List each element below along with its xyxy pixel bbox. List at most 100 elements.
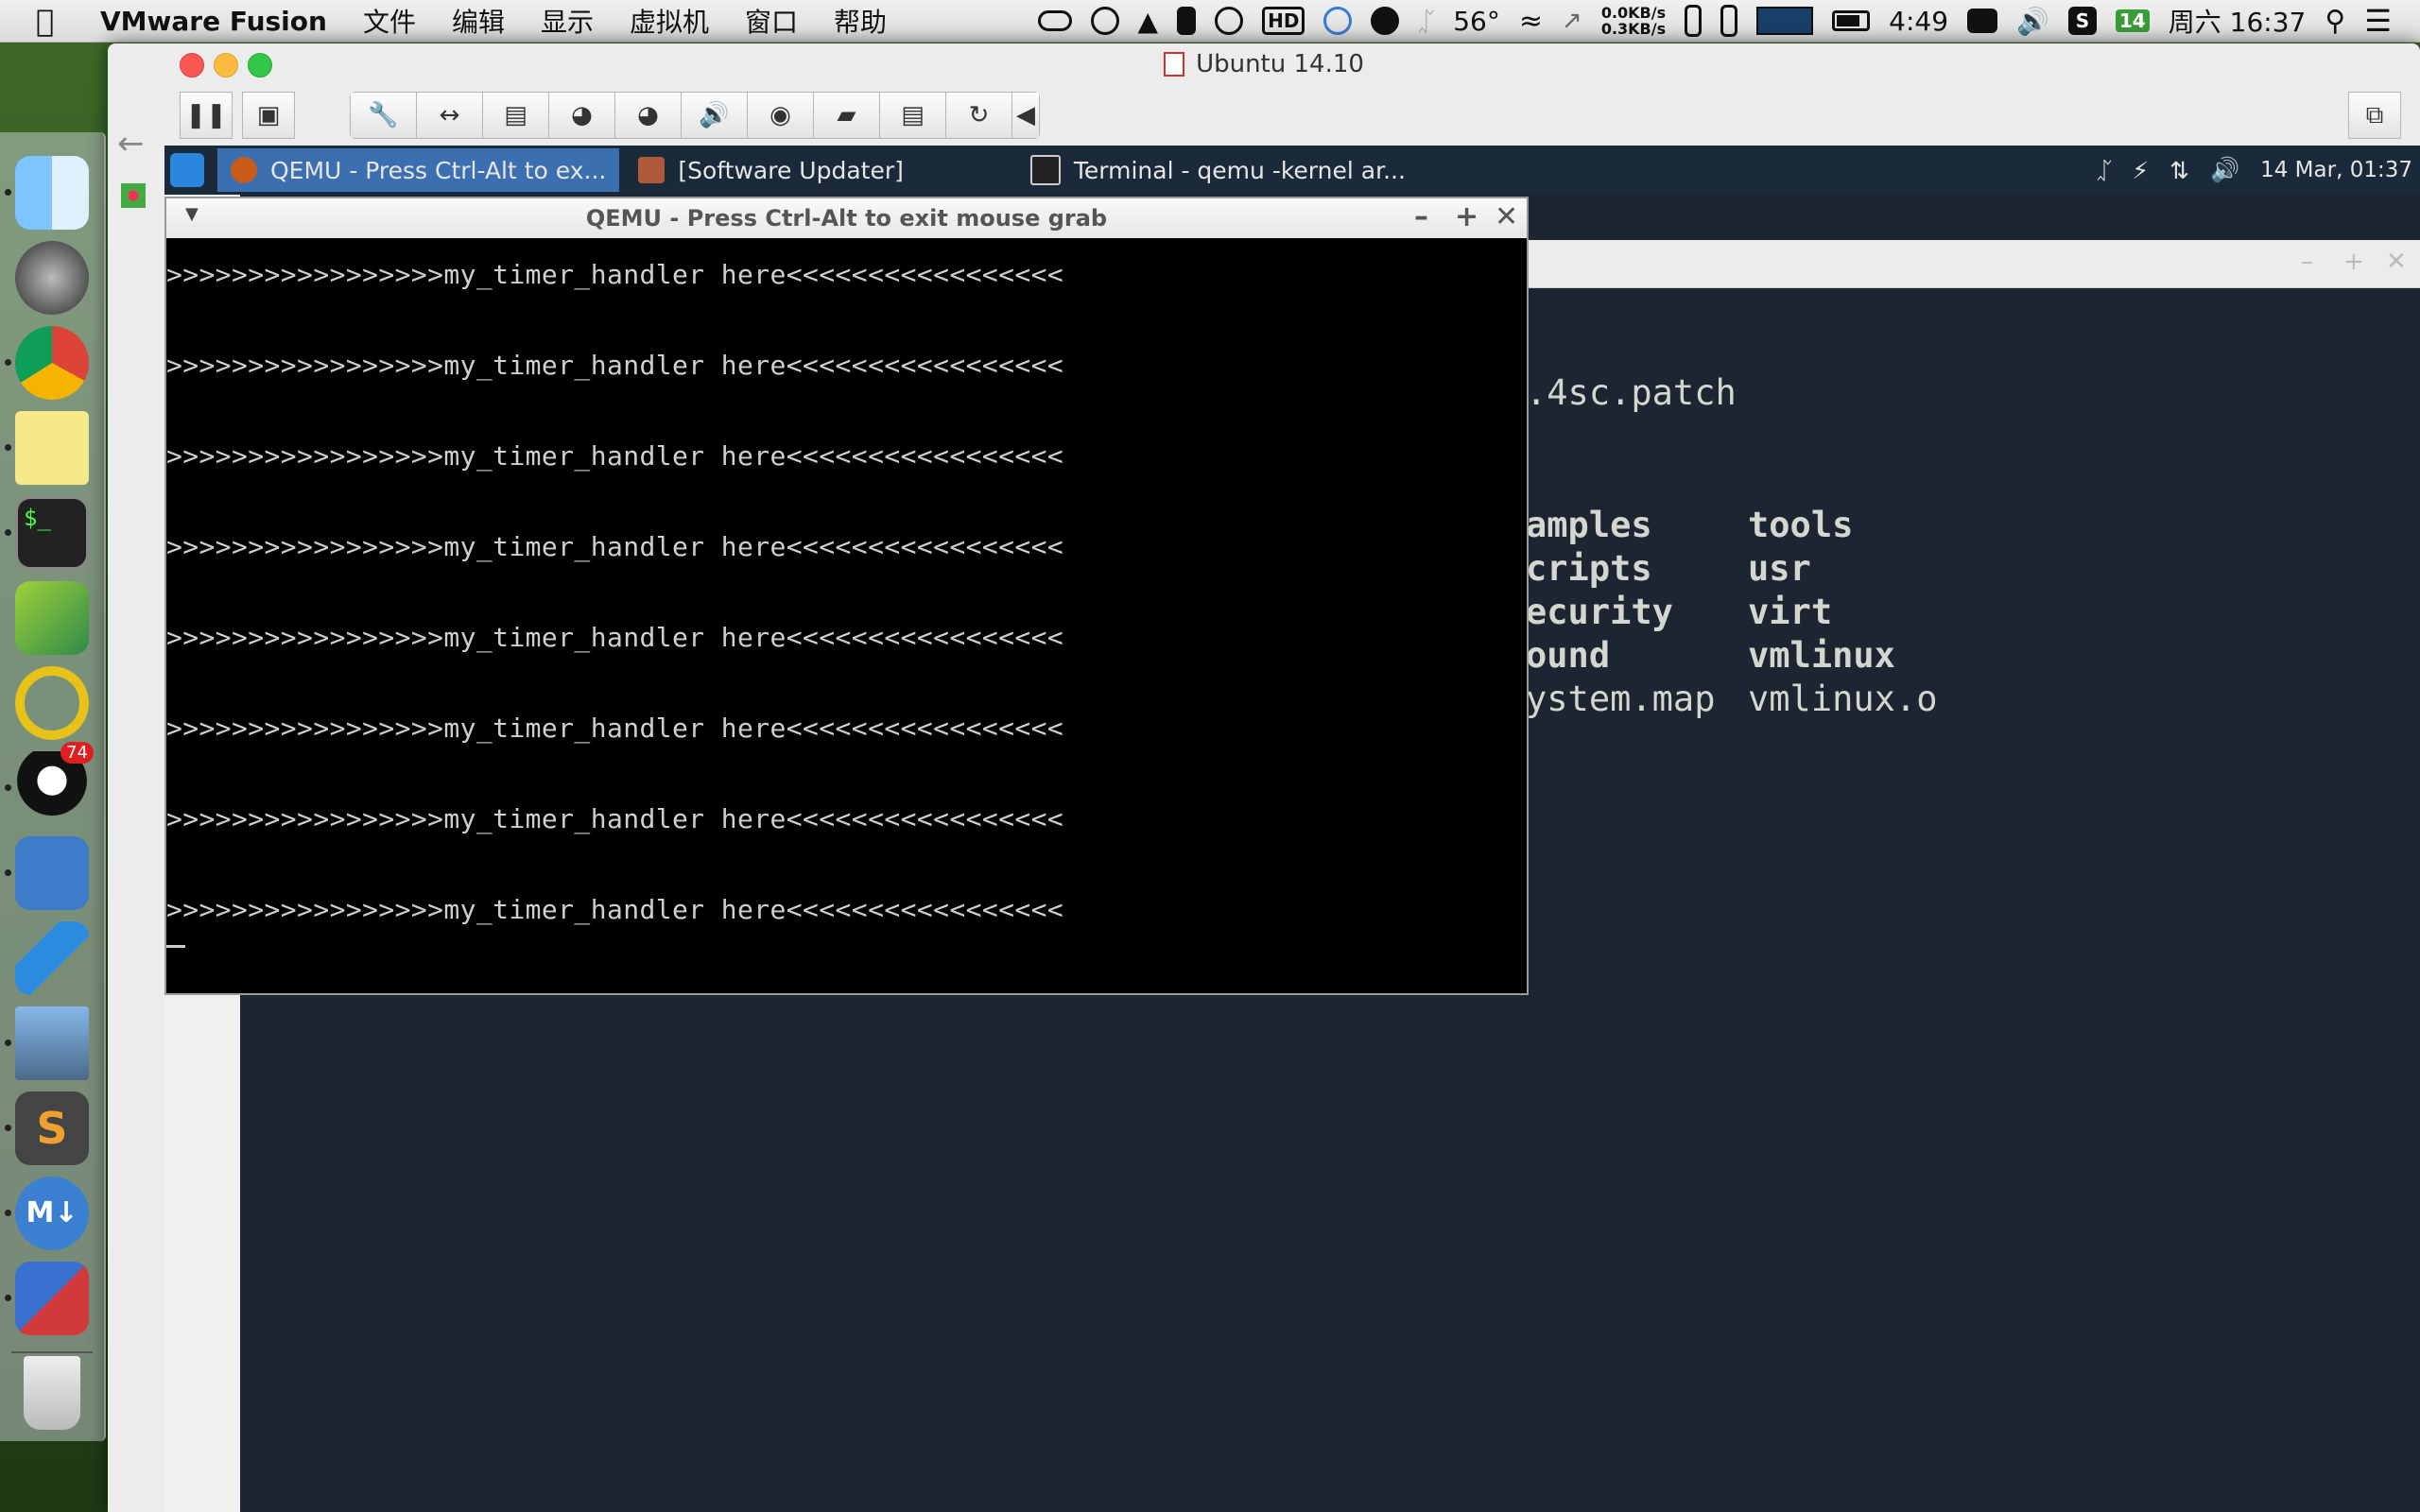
finder-icon[interactable] <box>15 156 89 230</box>
bookmark-icon[interactable] <box>1177 7 1197 35</box>
keyboard-meter-icon[interactable] <box>1967 9 1998 33</box>
zoom-window-button[interactable] <box>248 53 272 77</box>
camera-icon[interactable]: ◉ <box>747 92 813 139</box>
vmware-titlebar[interactable]: Ubuntu 14.10 <box>108 43 2420 85</box>
taskbar-item-terminal[interactable]: Terminal - qemu -kernel ar... <box>1017 148 1419 192</box>
window-menu-icon[interactable]: ▼ <box>185 204 199 224</box>
terminal-dir: usr <box>1748 548 1811 589</box>
volume-tray-icon[interactable]: 🔊 <box>2210 156 2239 184</box>
network-tray-icon[interactable]: ⇅ <box>2169 157 2189 184</box>
opera-icon[interactable] <box>15 666 89 740</box>
notes-icon[interactable] <box>15 411 89 485</box>
sublime-text-icon[interactable]: S <box>15 1091 89 1165</box>
battery-time: 4:49 <box>1889 5 1949 37</box>
dock-running-indicator <box>5 1295 11 1301</box>
terminal-minimize-icon[interactable]: – <box>2301 248 2313 276</box>
qemu-window[interactable]: ▼ QEMU - Press Ctrl-Alt to exit mouse gr… <box>164 197 1529 995</box>
fullscreen-button[interactable]: ⧉ <box>2348 92 2401 139</box>
hard-disk-icon[interactable]: ▤ <box>482 92 548 139</box>
close-window-button[interactable] <box>180 53 204 77</box>
toggle-icon[interactable] <box>1037 10 1072 31</box>
printer-icon[interactable]: ▤ <box>879 92 945 139</box>
robot-icon[interactable]: ▲ <box>1138 6 1159 37</box>
app-menu[interactable]: VMware Fusion <box>100 6 327 37</box>
qemu-minimize-icon[interactable]: – <box>1414 200 1428 233</box>
menu-item-help[interactable]: 帮助 <box>834 2 887 40</box>
back-arrow-icon[interactable]: ← <box>117 125 145 163</box>
weibo-status-icon[interactable] <box>1323 7 1353 35</box>
document-icon <box>1164 52 1185 77</box>
snapshot-button[interactable]: ▣ <box>242 92 295 139</box>
pause-button[interactable]: ❚❚ <box>180 92 233 139</box>
taskbar-item-label: [Software Updater] <box>678 156 904 184</box>
notification-list-icon[interactable]: ☰ <box>2364 3 2392 39</box>
dock-running-indicator <box>5 1040 11 1046</box>
vmware-icon[interactable] <box>15 1262 89 1335</box>
console-line: >>>>>>>>>>>>>>>>>my_timer_handler here<<… <box>166 894 1064 925</box>
dock-running-indicator <box>5 1210 11 1216</box>
volume-icon[interactable]: 🔊 <box>2016 6 2049 37</box>
terminal-close-icon[interactable]: ✕ <box>2386 248 2407 276</box>
console-line: >>>>>>>>>>>>>>>>>my_timer_handler here<<… <box>166 622 1064 653</box>
hd-icon[interactable]: HD <box>1262 7 1305 35</box>
qemu-maximize-icon[interactable]: + <box>1455 200 1478 233</box>
circle-g-icon[interactable] <box>1215 7 1244 35</box>
floppy-icon[interactable]: ◕ <box>614 92 681 139</box>
qemu-window-title: QEMU - Press Ctrl-Alt to exit mouse grab <box>585 205 1108 232</box>
chrome-icon[interactable] <box>15 326 89 400</box>
markdown-icon[interactable]: M↓ <box>15 1177 89 1250</box>
collapse-toolbar-icon[interactable]: ◀ <box>1011 92 1040 139</box>
menu-item-view[interactable]: 显示 <box>541 2 594 40</box>
taskbar-item-qemu[interactable]: QEMU - Press Ctrl-Alt to ex... <box>217 148 620 192</box>
apple-menu-icon[interactable]:  <box>36 3 74 39</box>
apps-grid-icon[interactable] <box>121 183 146 208</box>
menu-item-file[interactable]: 文件 <box>363 2 416 40</box>
shared-folder-icon[interactable]: ↻ <box>945 92 1011 139</box>
settings-wrench-icon[interactable]: 🔧 <box>350 92 416 139</box>
panel-clock[interactable]: 14 Mar, 01:37 <box>2260 158 2412 182</box>
weibo-icon[interactable] <box>15 836 89 910</box>
terminal-file: ystem.map <box>1526 679 1716 719</box>
twitter-bird-icon[interactable] <box>15 921 89 995</box>
power-plug-icon[interactable]: ⚡ <box>2132 157 2149 184</box>
cdrom-icon[interactable]: ◕ <box>548 92 614 139</box>
menu-item-edit[interactable]: 编辑 <box>452 2 505 40</box>
menu-item-window[interactable]: 窗口 <box>745 2 798 40</box>
qemu-titlebar[interactable]: ▼ QEMU - Press Ctrl-Alt to exit mouse gr… <box>166 198 1527 238</box>
terminal-maximize-icon[interactable]: + <box>2343 248 2364 276</box>
pycharm-icon[interactable] <box>15 581 89 655</box>
alarm-clock-icon[interactable] <box>1090 7 1119 35</box>
network-icon[interactable]: ↔ <box>416 92 482 139</box>
qemu-close-icon[interactable]: ✕ <box>1495 200 1518 233</box>
guest-screen[interactable]: – + ✕ .4sc.patch amples cripts ecurity o… <box>164 146 2420 1512</box>
console-line: >>>>>>>>>>>>>>>>>my_timer_handler here<<… <box>166 803 1064 834</box>
trash-icon[interactable] <box>24 1356 80 1430</box>
usb-icon[interactable]: ▰ <box>813 92 879 139</box>
s-app-icon[interactable]: S <box>2067 7 2097 35</box>
menu-bar:  VMware Fusion 文件 编辑 显示 虚拟机 窗口 帮助 ▲ HD … <box>0 0 2420 43</box>
clock[interactable]: 周六 16:37 <box>2169 2 2307 40</box>
minimize-window-button[interactable] <box>214 53 238 77</box>
temperature: 56° <box>1453 5 1500 37</box>
xfce-menu-icon[interactable] <box>170 153 204 187</box>
software-updater-icon <box>638 157 666 183</box>
dock-running-indicator <box>5 359 11 366</box>
qq-badge: 74 <box>60 742 94 764</box>
spotlight-search-icon[interactable]: ⚲ <box>2325 5 2345 38</box>
wifi-icon[interactable]: ≈ <box>1519 5 1543 38</box>
sound-icon[interactable]: 🔊 <box>681 92 747 139</box>
launchpad-icon[interactable] <box>15 241 89 315</box>
calendar-icon[interactable]: 14 <box>2115 9 2150 32</box>
check-badge-icon[interactable] <box>1371 7 1400 35</box>
net-up: 0.0KB/s <box>1600 4 1667 22</box>
taskbar-item-software-updater[interactable]: [Software Updater] <box>625 148 916 192</box>
resize-icon[interactable]: ↗ <box>1562 7 1582 35</box>
preview-icon[interactable] <box>15 1006 89 1080</box>
battery-icon[interactable] <box>1832 10 1871 31</box>
console-line: >>>>>>>>>>>>>>>>>my_timer_handler here<<… <box>166 713 1064 744</box>
qemu-icon <box>231 157 257 183</box>
bluetooth-icon[interactable]: ᛢ <box>1418 6 1434 37</box>
menu-item-vm[interactable]: 虚拟机 <box>630 2 709 40</box>
bluetooth-tray-icon[interactable]: ᛢ <box>2097 157 2111 184</box>
terminal-icon[interactable]: $_ <box>15 496 89 570</box>
